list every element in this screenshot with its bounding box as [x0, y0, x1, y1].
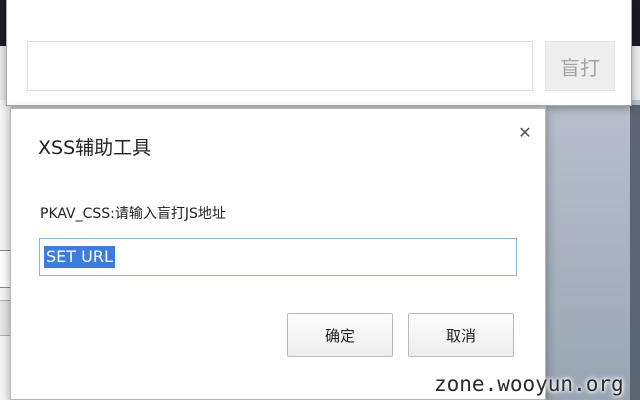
prompt-label: PKAV_CSS:请输入盲打JS地址 [40, 206, 226, 222]
ok-button[interactable]: 确定 [287, 313, 393, 357]
background-scroll-track [630, 105, 640, 400]
popup-arrow [611, 0, 627, 9]
cancel-button[interactable]: 取消 [408, 313, 514, 357]
blind-xss-button[interactable]: 盲打 [545, 41, 615, 91]
prompt-input-selected-text: SET URL [44, 246, 115, 268]
close-icon[interactable]: ✕ [516, 123, 534, 142]
background-right-panel [546, 100, 640, 400]
dialog-title: XSS辅助工具 [38, 137, 152, 159]
prompt-url-input[interactable]: SET URL [39, 238, 517, 276]
watermark: zone.wooyun.org [434, 372, 624, 396]
xss-helper-dialog: XSS辅助工具 ✕ PKAV_CSS:请输入盲打JS地址 SET URL 确定 … [10, 108, 546, 400]
blind-xss-popup: 盲打 [6, 0, 632, 106]
js-url-input[interactable] [27, 41, 533, 91]
